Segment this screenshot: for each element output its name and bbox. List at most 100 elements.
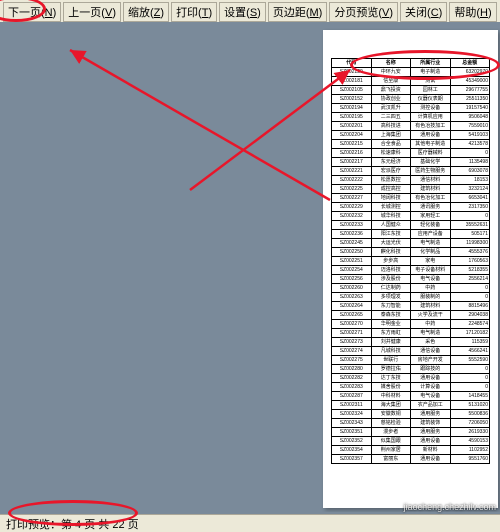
table-cell: 2904038 [450,311,490,320]
table-cell: SZ002215 [332,140,372,149]
table-cell: 跟踪技的 [411,365,451,374]
table-row: SZ002233人国健众轻化装备35552631 [332,221,490,230]
table-cell: 测控设备 [411,104,451,113]
table-cell: 东刀智能 [371,302,411,311]
table-row: SZ002311海大集团农产品加工5131020 [332,401,490,410]
table-cell: 7206050 [450,419,490,428]
缩放-button[interactable]: 缩放(Z) [123,2,169,22]
table-cell: SZ002265 [332,311,372,320]
table-cell: SZ002201 [332,122,372,131]
preview-viewport: 代码名称所属行业总金额 SZ002129中环九安电子制造63202970SZ00… [0,22,500,512]
table-cell: 电气制造 [411,329,451,338]
设置-button[interactable]: 设置(S) [219,2,266,22]
分页预览-button[interactable]: 分页预览(V) [329,2,398,22]
table-cell: SZ002105 [332,86,372,95]
table-cell: 4555376 [450,248,490,257]
table-cell: 地阔科技 [371,194,411,203]
table-cell: 通用服务 [411,428,451,437]
table-cell: 服装制的 [411,293,451,302]
table-cell: 6903078 [450,167,490,176]
table-cell: SZ002216 [332,149,372,158]
页边距-button[interactable]: 页边距(M) [268,2,328,22]
table-cell: 2248574 [450,320,490,329]
table-row: SZ002232城华科技家用轻工0 [332,212,490,221]
table-cell: SZ002129 [332,68,372,77]
table-cell: 医疗器械料 [411,149,451,158]
table-row: SZ002260仁达制药中药0 [332,284,490,293]
table-cell: 5500836 [450,410,490,419]
table-cell: 荆州家居 [371,446,411,455]
table-cell: 19157540 [450,104,490,113]
table-cell: 建筑材料 [411,185,451,194]
table-row: SZ002263多项理发服装制的0 [332,293,490,302]
table-cell: 武汉凯升 [371,104,411,113]
table-cell: 麒化科技 [371,248,411,257]
table-cell: 35552631 [450,221,490,230]
table-cell: 涉及股份 [371,275,411,284]
table-row: SZ002195二三四五计算机应用9506048 [332,113,490,122]
table-cell: 家用轻工 [411,212,451,221]
table-cell: SZ002236 [332,230,372,239]
table-cell: 2317350 [450,203,490,212]
table-cell: SZ002311 [332,401,372,410]
table-row: SZ002227地阔科技有色冶化加工6653041 [332,194,490,203]
table-cell: 11998300 [450,239,490,248]
table-cell: 0 [450,383,490,392]
table-row: SZ002217东元经济基础化学1135498 [332,158,490,167]
帮助-button[interactable]: 帮助(H) [449,2,496,22]
table-cell: 信至康 [371,77,411,86]
table-cell: 电子制造 [411,68,451,77]
preview-page: 代码名称所属行业总金额 SZ002129中环九安电子制造63202970SZ00… [323,30,498,508]
table-cell: 0 [450,293,490,302]
table-cell: 1102952 [450,446,490,455]
table-cell: SZ002221 [332,167,372,176]
table-row: SZ002283媒舍股份计算设备0 [332,383,490,392]
table-row: SZ002352似集国跟通用设备4590153 [332,437,490,446]
table-cell: 房地产开发 [411,356,451,365]
table-cell: 有色冶化加工 [411,194,451,203]
table-row: SZ002229长城测控通讯服务2317350 [332,203,490,212]
table-row: SZ002282达丁东技通用设备0 [332,374,490,383]
table-header: 总金额 [450,59,490,68]
table-cell: 1760563 [450,257,490,266]
table-row: SZ002343慈铭检验建筑装饰7206050 [332,419,490,428]
打印-button[interactable]: 打印(T) [171,2,217,22]
table-cell: 东元经济 [371,158,411,167]
下一页-button[interactable]: 下一页(N) [3,2,61,22]
table-cell: SZ002227 [332,194,372,203]
table-cell: SZ002254 [332,266,372,275]
table-cell: 9506048 [450,113,490,122]
table-cell: 仁达制药 [371,284,411,293]
table-cell: 农产品加工 [411,401,451,410]
table-cell: 新材料 [411,446,451,455]
上一页-button[interactable]: 上一页(V) [63,2,121,22]
table-row: SZ002129中环九安电子制造63202970 [332,68,490,77]
table-cell: 1135498 [450,158,490,167]
table-cell: 凡城科技 [371,347,411,356]
status-bar: 打印预览：第 4 页 共 22 页 [0,514,500,532]
table-cell: 似集国跟 [371,437,411,446]
table-cell: 刘井健康 [371,338,411,347]
table-row: SZ002270华明金业中药2248574 [332,320,490,329]
table-cell: 化学制品 [411,248,451,257]
table-row: SZ002351漫步者通用服务2619330 [332,428,490,437]
table-cell: 通用设备 [411,374,451,383]
table-cell: SZ002324 [332,410,372,419]
table-row: SZ002256涉及股份电气设备2556214 [332,275,490,284]
table-cell: 城华科技 [371,212,411,221]
table-row: SZ002221宏派医疗医药生物服务6903078 [332,167,490,176]
table-cell: 二三四五 [371,113,411,122]
table-cell: 通用设备 [411,437,451,446]
table-row: SZ002194武汉凯升测控设备19157540 [332,104,490,113]
table-cell: 世联行 [371,356,411,365]
table-cell: SZ002275 [332,356,372,365]
table-row: SZ002274凡城科技通信设备4566241 [332,347,490,356]
table-cell: 通讯服务 [411,203,451,212]
table-cell: 其他电子制造 [411,140,451,149]
关闭-button[interactable]: 关闭(C) [400,2,447,22]
table-cell: 0 [450,374,490,383]
table-cell: 迈洛科技 [371,266,411,275]
table-cell: 高科技进 [371,122,411,131]
table-cell: 阳江东技 [371,230,411,239]
table-row: SZ002216松速康科医疗器械料0 [332,149,490,158]
